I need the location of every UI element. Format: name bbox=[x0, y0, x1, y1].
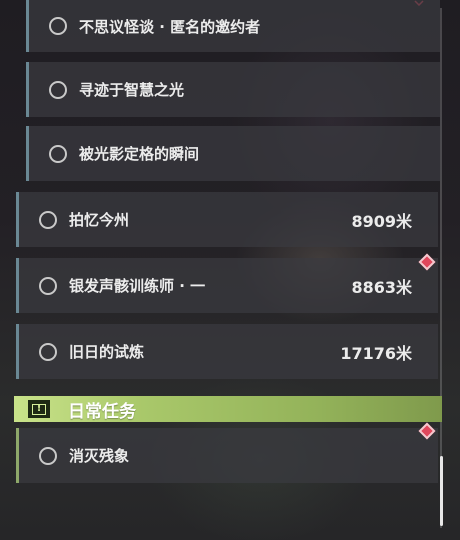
exclamation-box-icon: ! bbox=[28, 400, 50, 418]
circle-outline-icon bbox=[49, 17, 67, 35]
daily-section-header[interactable]: ! 日常任务 bbox=[14, 396, 442, 422]
quest-title: 被光影定格的瞬间 bbox=[79, 145, 200, 163]
quest-title: 寻迹于智慧之光 bbox=[79, 81, 185, 99]
quest-title: 银发声骸训练师 · 一 bbox=[69, 277, 206, 295]
quest-title: 不思议怪谈 · 匿名的邀约者 bbox=[79, 17, 261, 36]
quest-distance: 8863米 bbox=[351, 277, 412, 297]
daily-quest-item[interactable]: 消灭残象 bbox=[16, 428, 438, 483]
quest-item[interactable]: 拍忆今州 8909米 bbox=[16, 192, 438, 247]
quest-item[interactable]: 寻迹于智慧之光 bbox=[26, 62, 440, 117]
quest-distance: 17176米 bbox=[340, 343, 412, 363]
quest-distance: 8909米 bbox=[351, 211, 412, 231]
circle-outline-icon bbox=[39, 276, 57, 295]
circle-outline-icon bbox=[39, 210, 57, 229]
quest-item[interactable]: 银发声骸训练师 · 一 8863米 bbox=[16, 258, 438, 313]
scrollbar-track[interactable] bbox=[440, 8, 442, 528]
quest-item[interactable]: 不思议怪谈 · 匿名的邀约者 bbox=[26, 0, 440, 52]
scrollbar-thumb[interactable] bbox=[440, 456, 443, 526]
quest-title: 旧日的试炼 bbox=[69, 343, 145, 361]
circle-outline-icon bbox=[49, 80, 67, 99]
circle-outline-icon bbox=[49, 144, 67, 163]
circle-outline-icon bbox=[39, 342, 57, 361]
quest-title: 消灭残象 bbox=[69, 447, 130, 465]
circle-outline-icon bbox=[39, 446, 57, 465]
quest-title: 拍忆今州 bbox=[69, 211, 130, 229]
daily-section-title: 日常任务 bbox=[68, 401, 136, 422]
quest-item[interactable]: 旧日的试炼 17176米 bbox=[16, 324, 438, 379]
quest-item[interactable]: 被光影定格的瞬间 bbox=[26, 126, 440, 181]
